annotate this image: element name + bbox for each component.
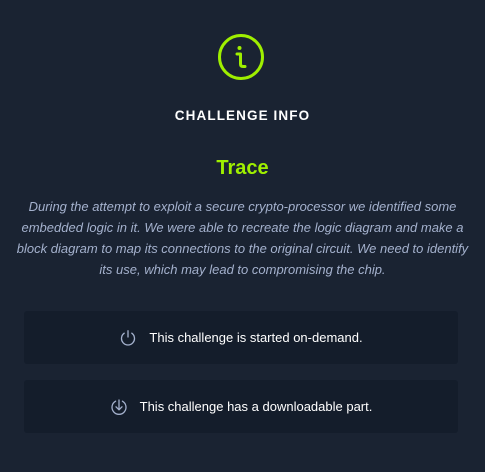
downloadable-info-card: This challenge has a downloadable part.	[24, 380, 458, 433]
on-demand-info-card: This challenge is started on-demand.	[24, 311, 458, 364]
challenge-name: Trace	[216, 157, 269, 179]
on-demand-text: This challenge is started on-demand.	[149, 330, 363, 345]
challenge-info-modal: CHALLENGE INFO Trace During the attempt …	[0, 0, 485, 472]
challenge-description: During the attempt to exploit a secure c…	[16, 199, 469, 277]
info-circle-icon	[217, 33, 265, 81]
modal-heading: CHALLENGE INFO	[174, 108, 311, 123]
download-icon	[110, 398, 128, 416]
downloadable-text: This challenge has a downloadable part.	[139, 399, 373, 414]
power-icon	[119, 329, 137, 347]
